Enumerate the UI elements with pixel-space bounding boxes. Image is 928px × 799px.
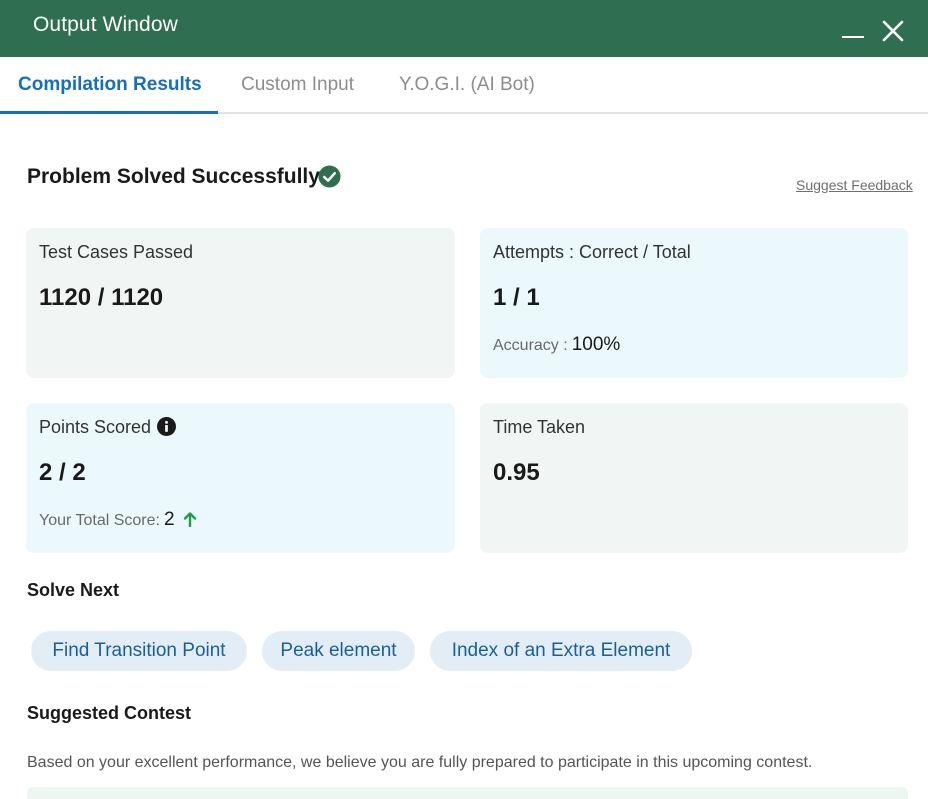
accuracy-value: 100% [571,334,621,355]
solve-next-item-index-extra-element[interactable]: Index of an Extra Element [430,631,692,671]
attempts-card: Attempts : Correct / Total 1 / 1 Accurac… [480,228,908,378]
accuracy-label: Accuracy : [493,337,568,354]
active-tab-indicator [0,111,218,114]
points-value: 2 / 2 [39,459,86,486]
window-title: Output Window [33,13,178,36]
points-label-row: Points Scored [39,417,177,438]
solve-next-item-peak-element[interactable]: Peak element [262,631,415,671]
points-label: Points Scored [39,417,152,437]
contest-description: Based on your excellent performance, we … [27,754,813,771]
window-titlebar: Output Window [0,0,928,57]
arrow-up-icon [183,511,197,528]
attempts-value: 1 / 1 [493,284,540,311]
result-heading: Problem Solved Successfully [27,165,320,188]
test-cases-label: Test Cases Passed [39,242,194,262]
time-value: 0.95 [493,459,540,486]
info-icon[interactable] [157,417,177,436]
total-score-label: Your Total Score: [39,512,160,529]
suggested-contest-title: Suggested Contest [27,703,192,723]
test-cases-value: 1120 / 1120 [39,284,164,311]
contest-card[interactable] [27,787,908,799]
check-circle-icon [318,165,341,188]
points-card: Points Scored 2 / 2 Your Total Score: 2 [26,403,455,553]
time-label: Time Taken [493,417,586,437]
suggest-feedback-link[interactable]: Suggest Feedback [796,177,913,193]
total-score-value: 2 [163,509,175,530]
tab-custom-input[interactable]: Custom Input [241,74,354,96]
solve-next-title: Solve Next [27,580,120,600]
close-icon[interactable] [880,18,906,44]
total-score-row: Your Total Score: 2 [39,509,197,531]
time-card: Time Taken 0.95 [480,403,908,553]
tab-compilation-results[interactable]: Compilation Results [18,74,202,96]
test-cases-card: Test Cases Passed 1120 / 1120 [26,228,455,378]
accuracy-row: Accuracy :100% [493,334,620,356]
attempts-label: Attempts : Correct / Total [493,242,691,262]
solve-next-item-find-transition-point[interactable]: Find Transition Point [31,631,247,671]
tab-yogi-ai-bot[interactable]: Y.O.G.I. (AI Bot) [399,74,535,96]
tab-bar: Compilation Results Custom Input Y.O.G.I… [0,57,928,114]
minimize-icon[interactable] [842,18,866,42]
